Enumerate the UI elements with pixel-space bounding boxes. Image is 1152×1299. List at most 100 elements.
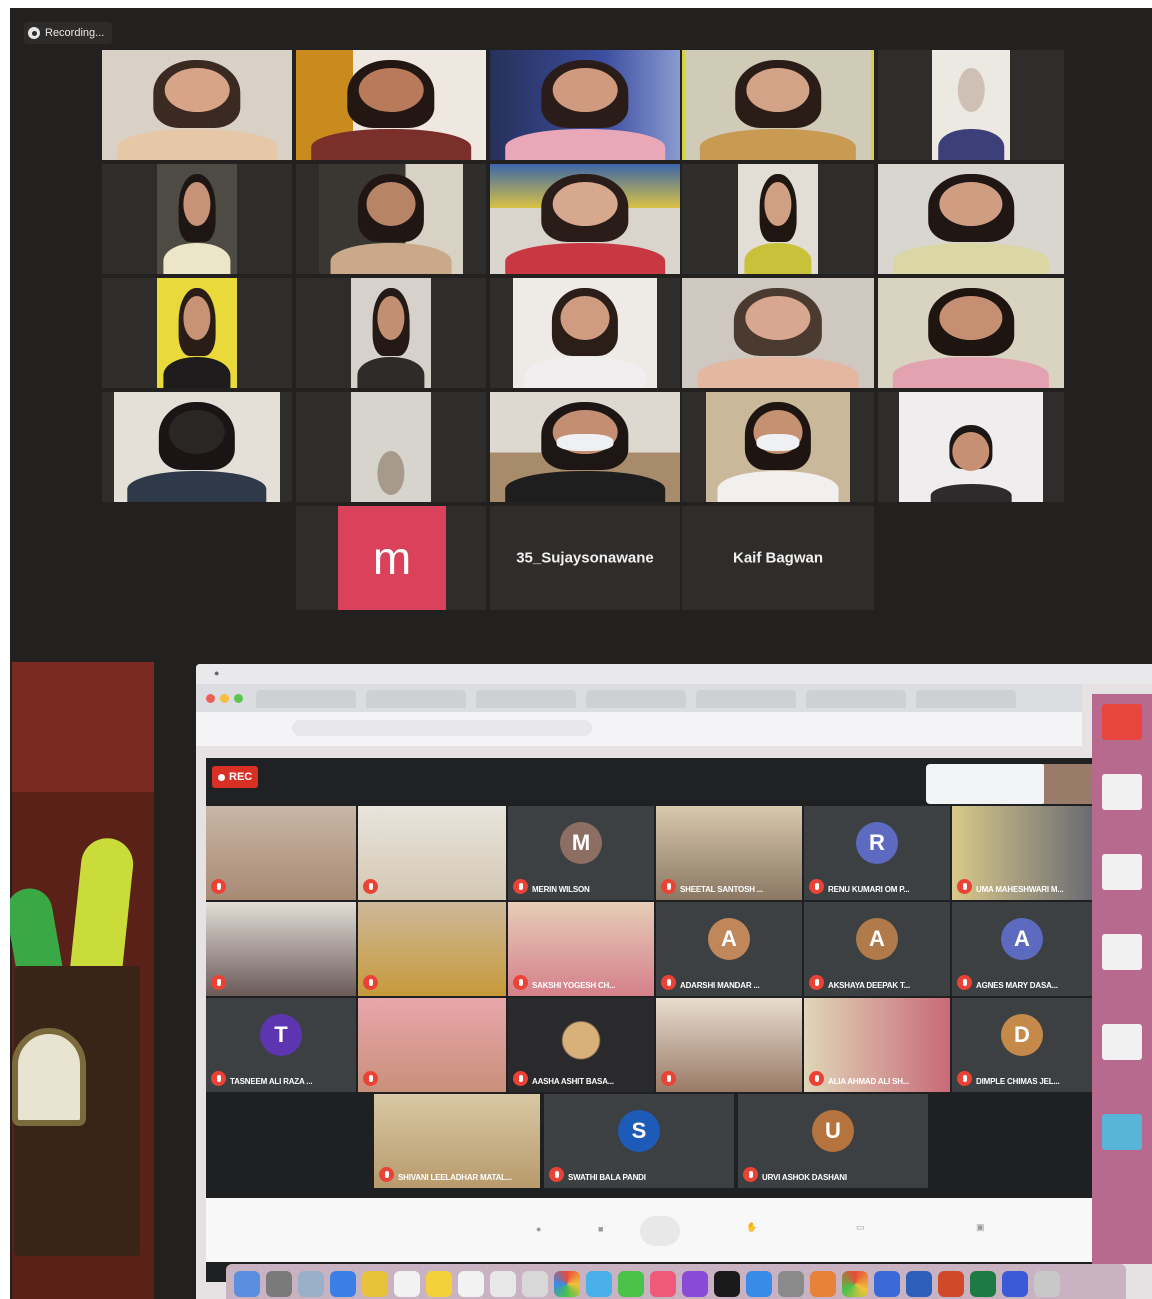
participant-tile[interactable]: T TASNEEM ALI RAZA ... bbox=[206, 998, 356, 1092]
video-tile[interactable] bbox=[296, 164, 486, 274]
firefox-icon[interactable] bbox=[810, 1271, 836, 1297]
podcasts-icon[interactable] bbox=[682, 1271, 708, 1297]
messages-icon[interactable] bbox=[586, 1271, 612, 1297]
chrome-icon[interactable] bbox=[842, 1271, 868, 1297]
video-tile[interactable] bbox=[490, 392, 680, 502]
video-tile[interactable] bbox=[878, 164, 1064, 274]
browser-tab[interactable] bbox=[476, 690, 576, 708]
participant-tile[interactable]: D DIMPLE CHIMAS JEL... bbox=[952, 998, 1092, 1092]
participant-tile[interactable] bbox=[656, 998, 802, 1092]
browser-tab[interactable] bbox=[366, 690, 466, 708]
notes-icon[interactable] bbox=[362, 1271, 388, 1297]
excel-icon[interactable] bbox=[970, 1271, 996, 1297]
app-icon[interactable] bbox=[394, 1271, 420, 1297]
close-window-icon[interactable] bbox=[206, 694, 215, 703]
app-store-icon[interactable] bbox=[746, 1271, 772, 1297]
folder-icon[interactable] bbox=[1102, 1114, 1142, 1150]
participant-tile[interactable] bbox=[358, 806, 506, 900]
video-tile[interactable] bbox=[102, 278, 292, 388]
participant-tile[interactable]: U URVI ASHOK DASHANI bbox=[738, 1094, 928, 1188]
present-icon[interactable]: ▣ bbox=[976, 1222, 985, 1233]
music-icon[interactable] bbox=[650, 1271, 676, 1297]
word-icon[interactable] bbox=[906, 1271, 932, 1297]
camera-toggle-icon[interactable]: ■ bbox=[598, 1224, 603, 1234]
participant-tile[interactable]: A AKSHAYA DEEPAK T... bbox=[804, 902, 950, 996]
participant-name: DIMPLE CHIMAS JEL... bbox=[976, 1077, 1060, 1086]
app-icon[interactable] bbox=[298, 1271, 324, 1297]
browser-tab[interactable] bbox=[696, 690, 796, 708]
file-icon[interactable] bbox=[1102, 934, 1142, 970]
participant-tile[interactable]: SHIVANI LEELADHAR MATAL... bbox=[374, 1094, 540, 1188]
video-tile[interactable] bbox=[296, 392, 486, 502]
participant-tile[interactable] bbox=[358, 998, 506, 1092]
mic-toggle-icon[interactable]: ● bbox=[536, 1224, 541, 1234]
desk-clock bbox=[12, 1028, 86, 1126]
participant-tile[interactable]: S SWATHI BALA PANDI bbox=[544, 1094, 734, 1188]
meet-side-controls[interactable] bbox=[926, 764, 1046, 804]
file-icon[interactable] bbox=[1102, 774, 1142, 810]
trash-icon[interactable] bbox=[1034, 1271, 1060, 1297]
photos-icon[interactable] bbox=[554, 1271, 580, 1297]
video-tile[interactable] bbox=[490, 278, 680, 388]
participant-tile[interactable]: A ADARSHI MANDAR ... bbox=[656, 902, 802, 996]
participant-tile[interactable]: A AGNES MARY DASA... bbox=[952, 902, 1092, 996]
safari-icon[interactable] bbox=[330, 1271, 356, 1297]
video-tile[interactable] bbox=[878, 50, 1064, 160]
participant-tile[interactable]: SHEETAL SANTOSH ... bbox=[656, 806, 802, 900]
video-tile[interactable] bbox=[102, 164, 292, 274]
video-tile[interactable] bbox=[490, 50, 680, 160]
participant-name: AGNES MARY DASA... bbox=[976, 981, 1058, 990]
app-icon[interactable] bbox=[874, 1271, 900, 1297]
maximize-window-icon[interactable] bbox=[234, 694, 243, 703]
file-icon[interactable] bbox=[1102, 1024, 1142, 1060]
address-bar[interactable] bbox=[292, 720, 592, 736]
participant-tile[interactable] bbox=[206, 902, 356, 996]
participant-tile[interactable]: AASHA ASHIT BASA... bbox=[508, 998, 654, 1092]
file-icon[interactable] bbox=[1102, 854, 1142, 890]
launchpad-icon[interactable] bbox=[266, 1271, 292, 1297]
active-speaker-tile[interactable] bbox=[682, 50, 874, 160]
browser-tab[interactable] bbox=[256, 690, 356, 708]
end-call-button[interactable] bbox=[640, 1216, 680, 1246]
facetime-icon[interactable] bbox=[618, 1271, 644, 1297]
video-tile[interactable] bbox=[296, 278, 486, 388]
video-tile[interactable] bbox=[296, 50, 486, 160]
app-icon[interactable] bbox=[426, 1271, 452, 1297]
browser-tab[interactable] bbox=[916, 690, 1016, 708]
video-tile[interactable] bbox=[490, 164, 680, 274]
zoom-icon[interactable] bbox=[1002, 1271, 1028, 1297]
raise-hand-icon[interactable]: ✋ bbox=[746, 1222, 757, 1233]
browser-tab[interactable] bbox=[586, 690, 686, 708]
participant-tile[interactable] bbox=[206, 806, 356, 900]
participant-tile[interactable]: SAKSHI YOGESH CH... bbox=[508, 902, 654, 996]
tv-icon[interactable] bbox=[714, 1271, 740, 1297]
self-view-thumbnail[interactable] bbox=[1044, 764, 1094, 804]
settings-icon[interactable] bbox=[778, 1271, 804, 1297]
participant-tile[interactable] bbox=[358, 902, 506, 996]
video-tile[interactable] bbox=[878, 392, 1064, 502]
browser-tab[interactable] bbox=[806, 690, 906, 708]
app-icon[interactable] bbox=[458, 1271, 484, 1297]
app-icon[interactable] bbox=[1102, 704, 1142, 740]
mic-muted-icon bbox=[661, 1071, 676, 1086]
participant-tile-name-only[interactable]: Kaif Bagwan bbox=[682, 506, 874, 610]
participant-tile[interactable]: ALIA AHMAD ALI SH... bbox=[804, 998, 950, 1092]
video-tile[interactable] bbox=[878, 278, 1064, 388]
participant-tile[interactable]: M MERIN WILSON bbox=[508, 806, 654, 900]
participant-name: RENU KUMARI OM P... bbox=[828, 885, 910, 894]
finder-icon[interactable] bbox=[234, 1271, 260, 1297]
video-tile[interactable] bbox=[102, 50, 292, 160]
powerpoint-icon[interactable] bbox=[938, 1271, 964, 1297]
mic-muted-icon bbox=[957, 975, 972, 990]
participant-tile[interactable]: R RENU KUMARI OM P... bbox=[804, 806, 950, 900]
participant-tile-name-only[interactable]: 35_Sujaysonawane bbox=[490, 506, 680, 610]
captions-icon[interactable]: ▭ bbox=[856, 1222, 865, 1233]
video-tile[interactable] bbox=[682, 392, 874, 502]
video-tile[interactable] bbox=[102, 392, 292, 502]
video-tile[interactable] bbox=[682, 278, 874, 388]
video-tile[interactable] bbox=[682, 164, 874, 274]
minimize-window-icon[interactable] bbox=[220, 694, 229, 703]
participant-tile[interactable]: UMA MAHESHWARI M... bbox=[952, 806, 1092, 900]
app-icon[interactable] bbox=[522, 1271, 548, 1297]
app-icon[interactable] bbox=[490, 1271, 516, 1297]
